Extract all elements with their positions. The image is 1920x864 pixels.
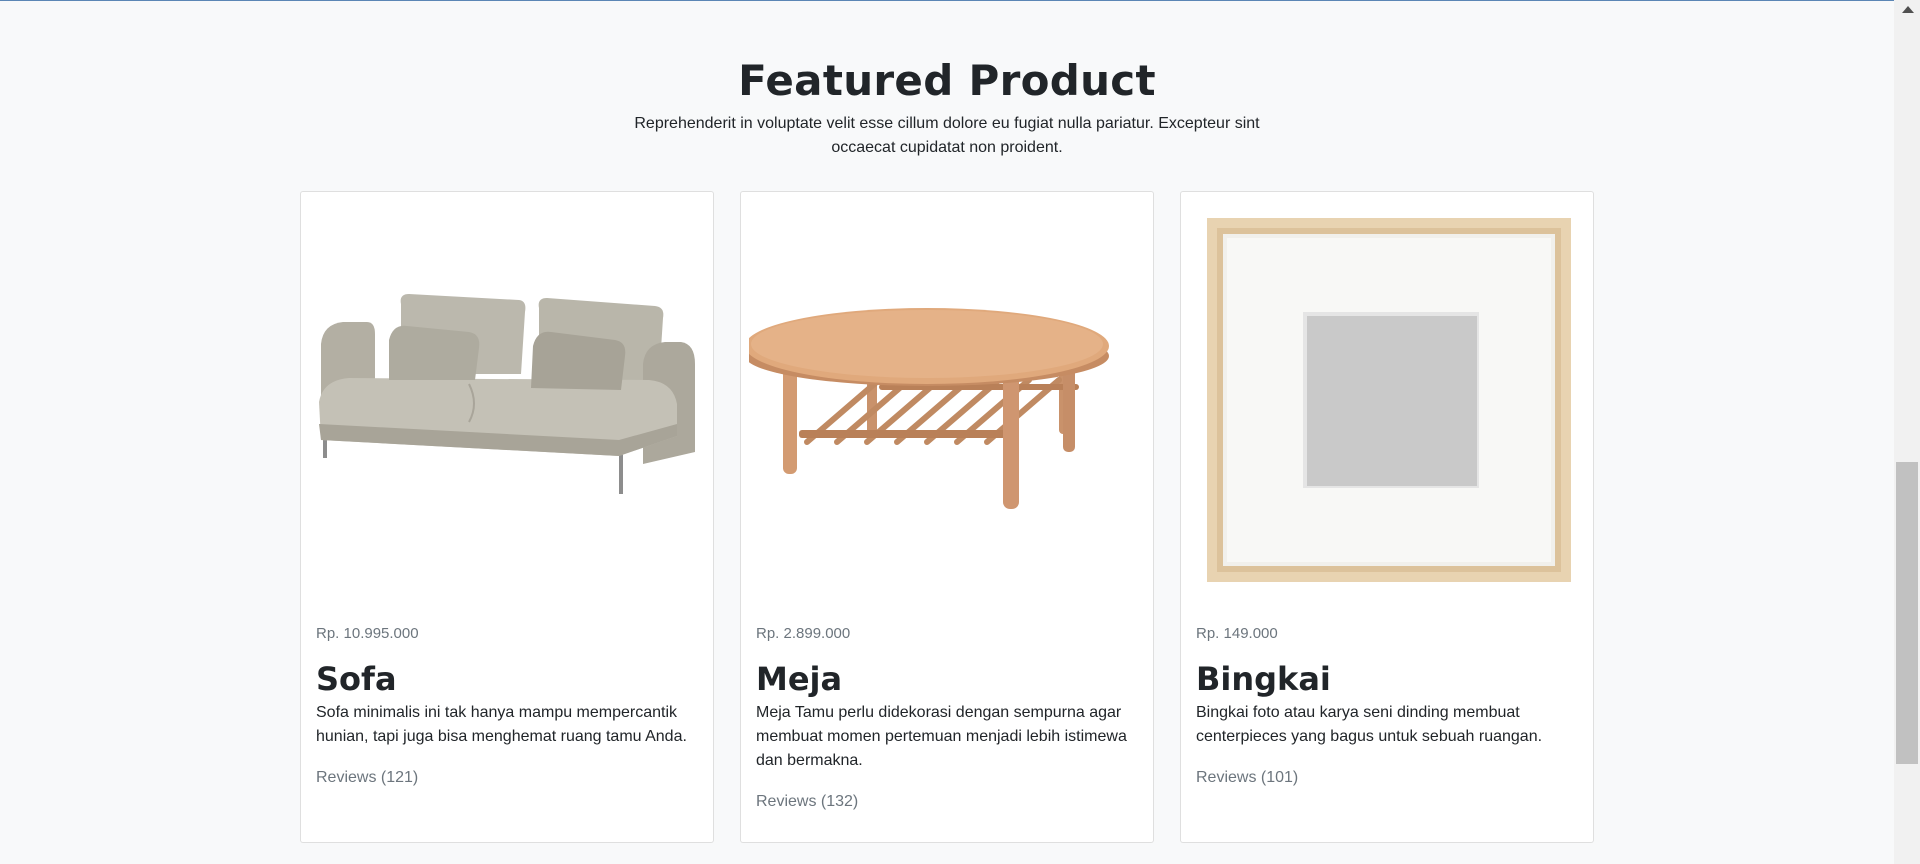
product-reviews[interactable]: Reviews (132) bbox=[756, 793, 858, 811]
product-card-meja[interactable]: Rp. 2.899.000 Meja Meja Tamu perlu didek… bbox=[740, 191, 1154, 843]
product-price: Rp. 10.995.000 bbox=[316, 625, 419, 642]
product-name[interactable]: Sofa bbox=[316, 660, 397, 698]
product-name[interactable]: Meja bbox=[756, 660, 842, 698]
product-reviews[interactable]: Reviews (101) bbox=[1196, 769, 1298, 787]
vertical-scrollbar[interactable] bbox=[1894, 0, 1920, 864]
product-price: Rp. 149.000 bbox=[1196, 625, 1278, 642]
scroll-up-arrow-icon[interactable] bbox=[1902, 6, 1914, 13]
product-card-sofa[interactable]: Rp. 10.995.000 Sofa Sofa minimalis ini t… bbox=[300, 191, 714, 843]
featured-product-section: Featured Product Reprehenderit in volupt… bbox=[0, 0, 1894, 864]
product-card-bingkai[interactable]: Rp. 149.000 Bingkai Bingkai foto atau ka… bbox=[1180, 191, 1594, 843]
product-description: Sofa minimalis ini tak hanya mampu mempe… bbox=[316, 704, 687, 745]
product-description: Meja Tamu perlu didekorasi dengan sempur… bbox=[756, 704, 1127, 769]
product-description: Bingkai foto atau karya seni dinding mem… bbox=[1196, 704, 1543, 745]
sofa-image[interactable] bbox=[309, 204, 705, 600]
frame-image[interactable] bbox=[1189, 204, 1585, 600]
product-price: Rp. 2.899.000 bbox=[756, 625, 851, 642]
section-subtitle: Reprehenderit in voluptate velit esse ci… bbox=[634, 115, 1260, 156]
section-title: Featured Product bbox=[738, 56, 1156, 105]
product-name[interactable]: Bingkai bbox=[1196, 660, 1331, 698]
product-reviews[interactable]: Reviews (121) bbox=[316, 769, 418, 787]
scrollbar-thumb[interactable] bbox=[1896, 462, 1918, 764]
table-image[interactable] bbox=[745, 204, 1145, 600]
